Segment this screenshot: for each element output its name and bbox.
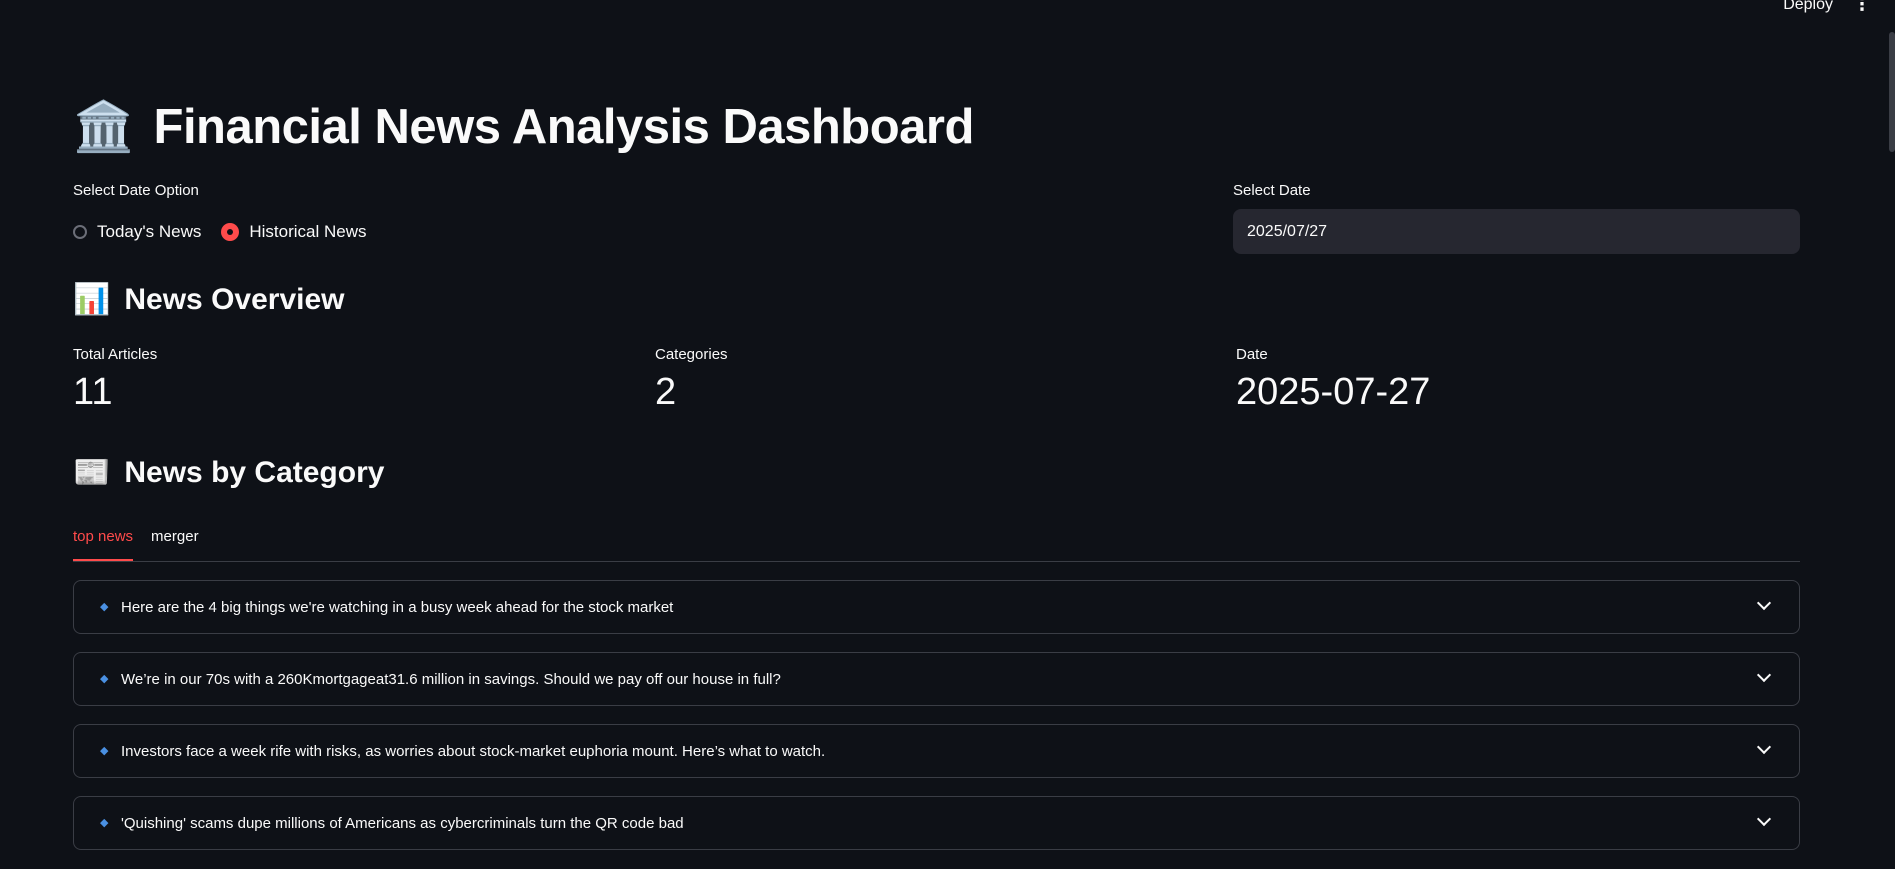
deploy-button[interactable]: Deploy [1783, 0, 1833, 14]
tab-top-news[interactable]: top news [73, 524, 134, 561]
chevron-down-icon[interactable] [1756, 739, 1772, 755]
radio-label: Today's News [97, 222, 202, 241]
news-overview-heading: 📊 News Overview [73, 282, 344, 317]
radio-label: Historical News [249, 222, 367, 241]
metric-label: Total Articles [73, 346, 158, 363]
metric-categories: Categories 2 [655, 346, 728, 414]
date-option-label: Select Date Option [73, 182, 199, 199]
diamond-bullet-icon: ◆ [100, 672, 109, 685]
radio-historical-news[interactable]: Historical News [221, 222, 366, 242]
main-menu-icon[interactable]: ⋮ [1853, 0, 1871, 15]
news-overview-heading-text: News Overview [124, 282, 345, 316]
metric-label: Date [1236, 346, 1268, 363]
metric-value: 2 [655, 371, 677, 413]
metric-total-articles: Total Articles 11 [73, 346, 157, 414]
news-by-category-heading-text: News by Category [124, 455, 385, 489]
news-by-category-heading: 📰 News by Category [73, 455, 384, 490]
bar-chart-icon: 📊 [73, 282, 111, 317]
news-expander[interactable]: ◆ Here are the 4 big things we're watchi… [73, 580, 1800, 634]
chevron-down-icon[interactable] [1756, 667, 1772, 683]
radio-unselected-icon[interactable] [73, 225, 87, 239]
news-expander[interactable]: ◆ 'Quishing' scams dupe millions of Amer… [73, 796, 1800, 850]
metric-label: Categories [655, 346, 728, 363]
bank-icon: 🏛️ [73, 98, 134, 155]
news-title: Here are the 4 big things we're watching… [121, 598, 674, 616]
news-title: Investors face a week rife with risks, a… [121, 742, 826, 760]
diamond-bullet-icon: ◆ [100, 816, 109, 829]
category-tabs: top news merger [73, 524, 1800, 562]
top-toolbar: Deploy ⋮ [0, 0, 1895, 20]
chevron-down-icon[interactable] [1756, 811, 1772, 827]
radio-todays-news[interactable]: Today's News [73, 222, 201, 242]
diamond-bullet-icon: ◆ [100, 600, 109, 613]
metric-value: 2025-07-27 [1236, 371, 1431, 413]
news-title: 'Quishing' scams dupe millions of Americ… [121, 814, 684, 832]
news-expander[interactable]: ◆ Investors face a week rife with risks,… [73, 724, 1800, 778]
page-title: 🏛️ Financial News Analysis Dashboard [73, 98, 974, 155]
metric-date: Date 2025-07-27 [1236, 346, 1430, 414]
scrollbar[interactable] [1889, 32, 1895, 152]
diamond-bullet-icon: ◆ [100, 744, 109, 757]
chevron-down-icon[interactable] [1756, 595, 1772, 611]
news-title: We’re in our 70s with a 260Kmortgageat31… [121, 670, 781, 688]
metric-value: 11 [73, 371, 113, 413]
date-option-radio-group: Today's News Historical News [73, 222, 366, 242]
select-date-label: Select Date [1233, 182, 1311, 199]
date-input[interactable] [1233, 209, 1800, 254]
newspaper-icon: 📰 [73, 455, 111, 490]
news-expander[interactable]: ◆ We’re in our 70s with a 260Kmortgageat… [73, 652, 1800, 706]
radio-selected-icon[interactable] [221, 223, 240, 241]
page-title-text: Financial News Analysis Dashboard [153, 99, 975, 154]
tab-merger[interactable]: merger [151, 524, 199, 556]
